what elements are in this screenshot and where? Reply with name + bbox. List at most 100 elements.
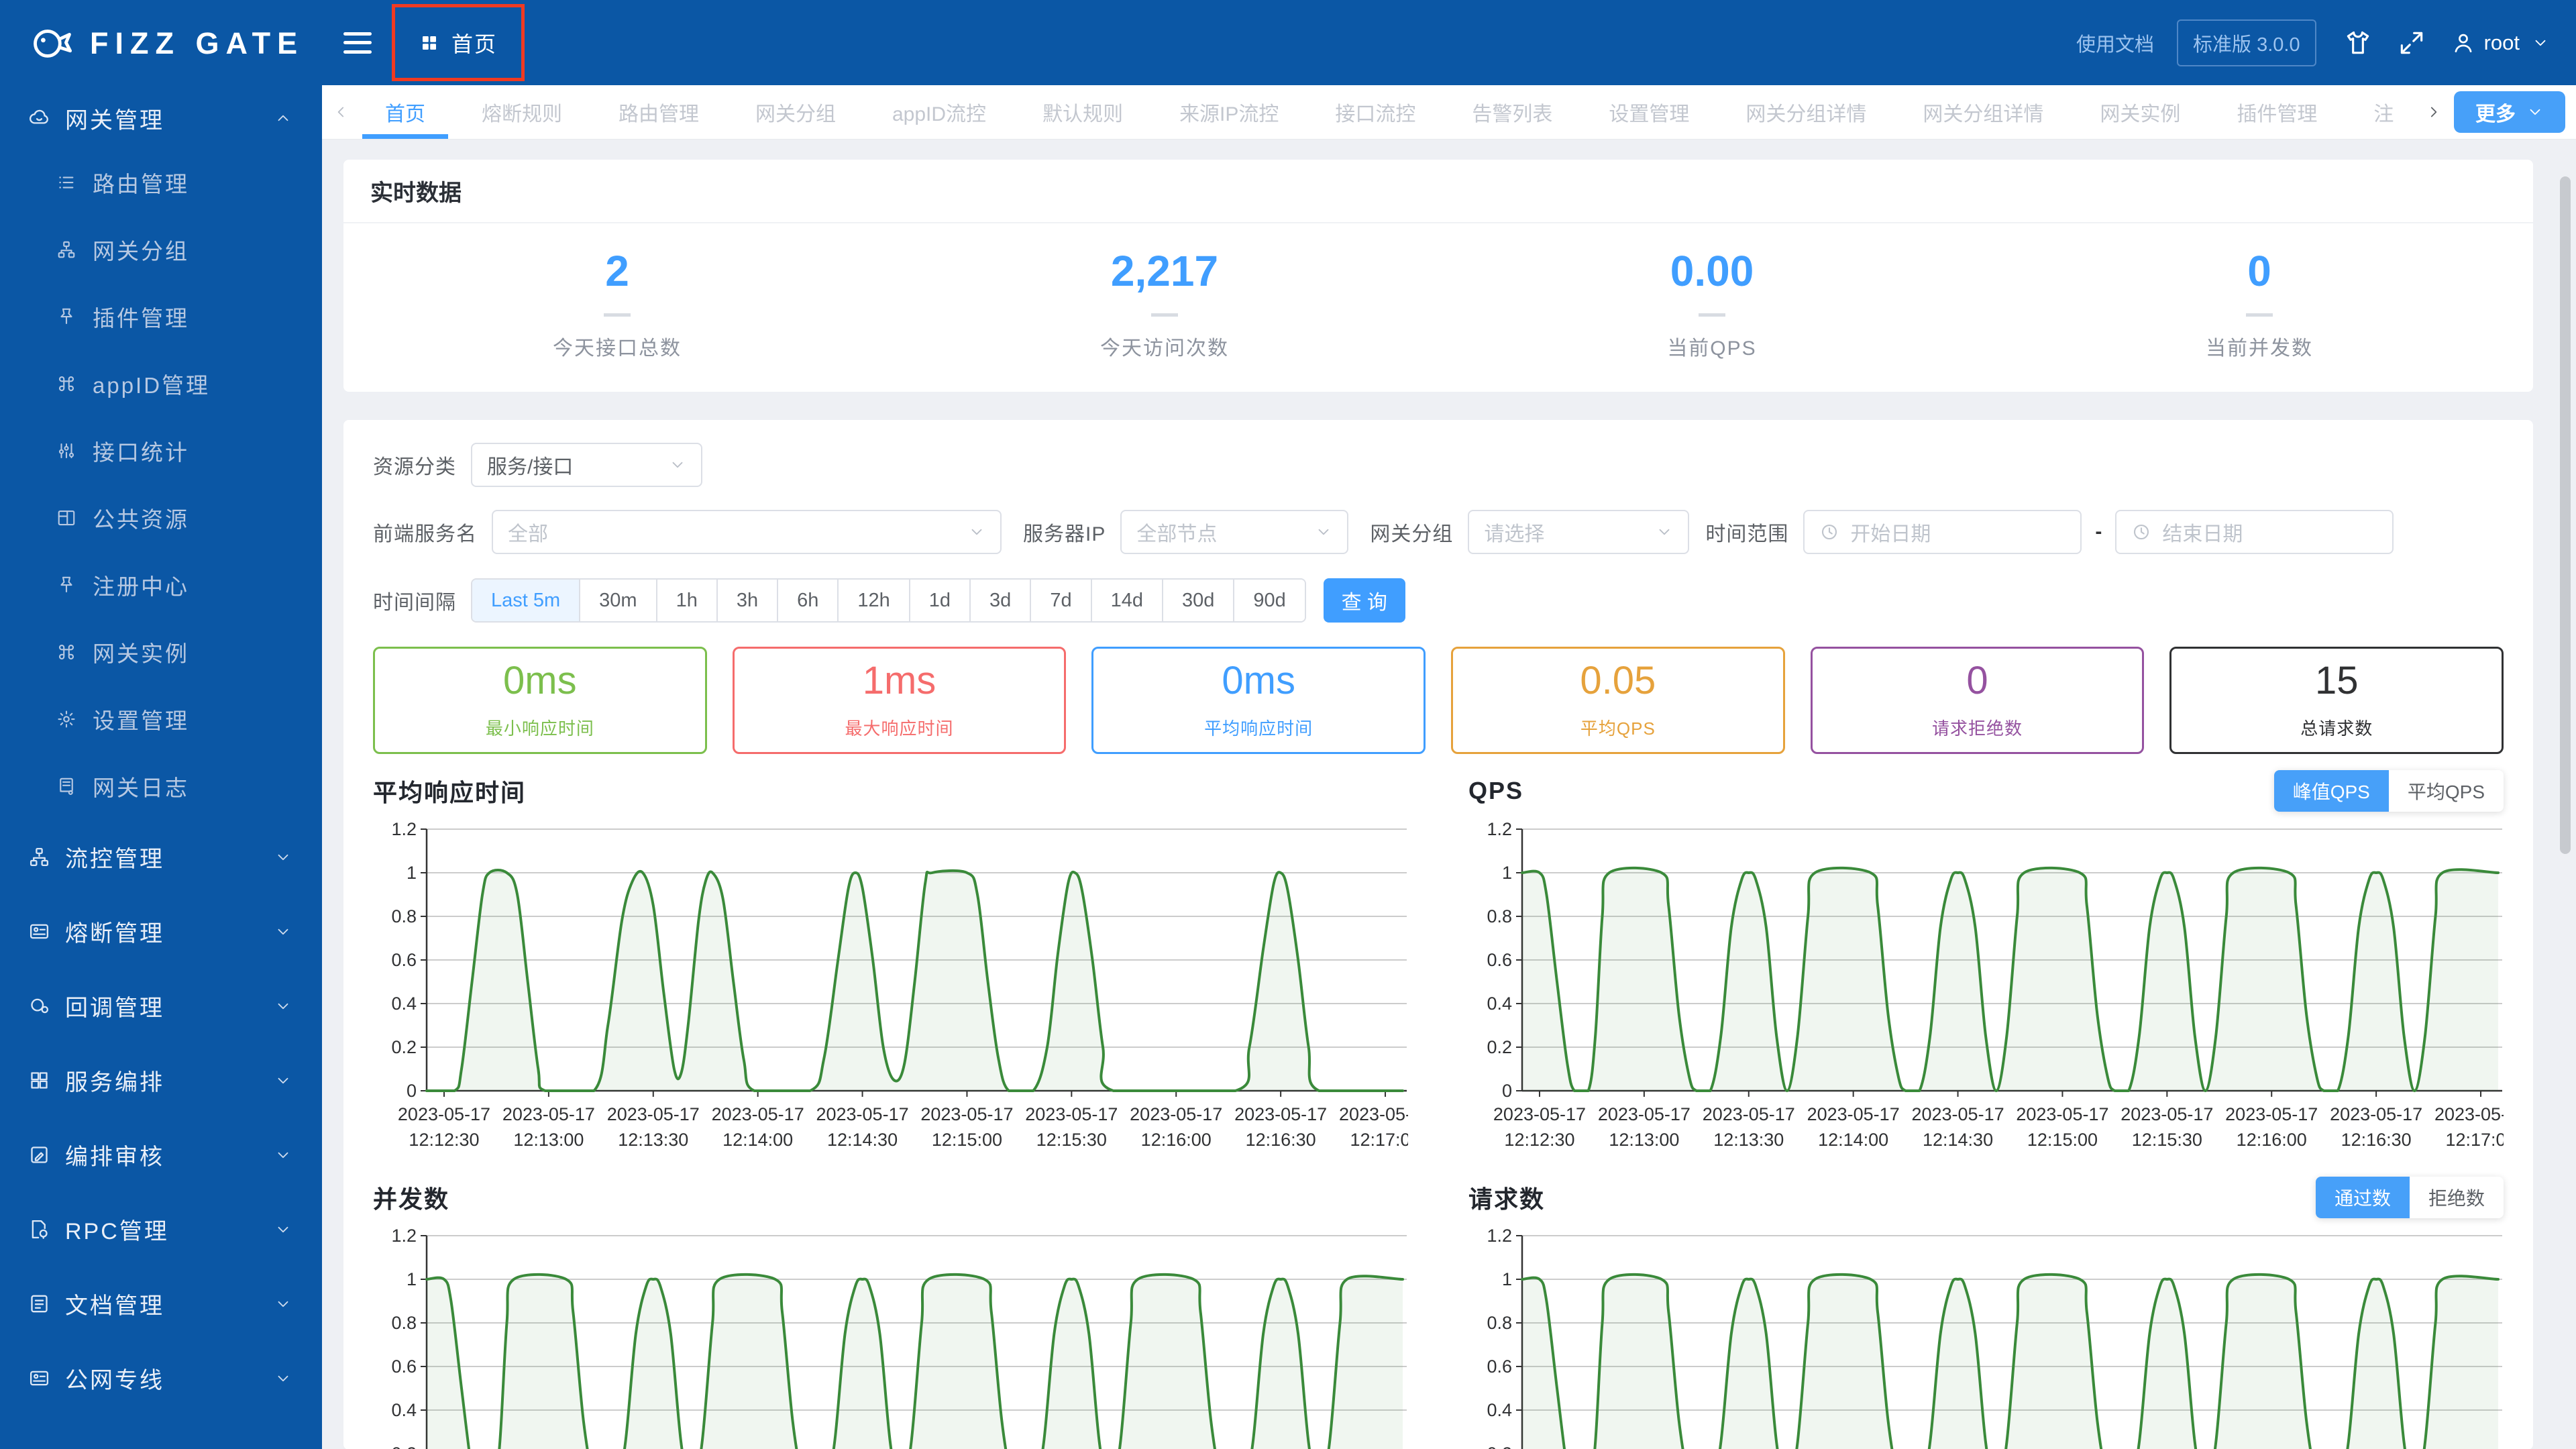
requests-toggle-0[interactable]: 通过数: [2315, 1177, 2410, 1218]
sidebar-group-3[interactable]: 回调管理: [0, 969, 322, 1043]
interval-button-1[interactable]: 30m: [580, 580, 657, 621]
sidebar-item-0-8[interactable]: 设置管理: [0, 686, 322, 753]
resource-type-label: 资源分类: [373, 456, 456, 478]
cmd-icon: [56, 374, 76, 394]
sidebar-group-0[interactable]: 网关管理: [0, 87, 322, 149]
tab-13[interactable]: 插件管理: [2208, 85, 2345, 139]
breadcrumb[interactable]: 首页: [392, 4, 525, 81]
interval-button-6[interactable]: 1d: [910, 580, 971, 621]
sidebar-group-4[interactable]: 服务编排: [0, 1043, 322, 1118]
qps-toggle-0[interactable]: 峰值QPS: [2273, 770, 2389, 812]
svg-text:2023-05-17: 2023-05-17: [2225, 1104, 2318, 1124]
search-button[interactable]: 查 询: [1323, 578, 1405, 623]
tab-7[interactable]: 接口流控: [1307, 85, 1444, 139]
frontend-service-select[interactable]: 全部: [492, 510, 1002, 554]
server-ip-select[interactable]: 全部节点: [1120, 510, 1349, 554]
interval-button-2[interactable]: 1h: [657, 580, 718, 621]
tab-scroll-left[interactable]: [326, 85, 357, 139]
metric-label: 请求拒绝数: [1932, 718, 2023, 739]
sidebar-group-8[interactable]: 公网专线: [0, 1341, 322, 1415]
metric-value: 1ms: [862, 658, 936, 702]
docs-link[interactable]: 使用文档: [2076, 29, 2154, 57]
hamburger-menu-icon[interactable]: [343, 32, 372, 54]
theme-tshirt-icon[interactable]: [2343, 28, 2373, 58]
interval-button-7[interactable]: 3d: [971, 580, 1032, 621]
tab-1[interactable]: 熔断规则: [453, 85, 590, 139]
svg-text:12:16:00: 12:16:00: [1141, 1130, 1212, 1150]
docfile-icon: [28, 1293, 50, 1315]
chevron-left-icon: [333, 103, 350, 121]
sidebar-item-0-9[interactable]: 网关日志: [0, 753, 322, 820]
sidebar-group-1[interactable]: 流控管理: [0, 820, 322, 894]
end-date-input[interactable]: 结束日期: [2115, 510, 2394, 554]
interval-button-4[interactable]: 6h: [778, 580, 839, 621]
svg-text:12:16:30: 12:16:30: [1246, 1130, 1316, 1150]
resource-type-select[interactable]: 服务/接口: [471, 443, 702, 487]
tab-12[interactable]: 网关实例: [2072, 85, 2208, 139]
sidebar-group-7[interactable]: 文档管理: [0, 1267, 322, 1341]
version-badge[interactable]: 标准版 3.0.0: [2177, 19, 2316, 66]
svg-text:1.2: 1.2: [391, 1226, 417, 1246]
sidebar-item-0-1[interactable]: 网关分组: [0, 216, 322, 283]
tab-3[interactable]: 网关分组: [727, 85, 864, 139]
sidebar-item-0-2[interactable]: 插件管理: [0, 283, 322, 350]
interval-button-9[interactable]: 14d: [1091, 580, 1163, 621]
gear-icon: [56, 709, 76, 729]
chevron-down-icon: [274, 923, 292, 941]
tab-2[interactable]: 路由管理: [590, 85, 727, 139]
tab-0[interactable]: 首页: [357, 85, 453, 139]
tab-9[interactable]: 设置管理: [1580, 85, 1717, 139]
tab-8[interactable]: 告警列表: [1444, 85, 1580, 139]
sidebar-item-0-5[interactable]: 公共资源: [0, 484, 322, 551]
svg-text:0.8: 0.8: [1487, 906, 1512, 926]
user-menu[interactable]: root: [2451, 30, 2549, 56]
interval-button-0[interactable]: Last 5m: [472, 580, 581, 621]
more-tabs-button[interactable]: 更多: [2454, 91, 2565, 133]
svg-text:2023-05-17: 2023-05-17: [1703, 1104, 1795, 1124]
scrollbar-thumb[interactable]: [2560, 176, 2571, 854]
sidebar-item-0-4[interactable]: 接口统计: [0, 417, 322, 484]
sidebar-group-5[interactable]: 编排审核: [0, 1118, 322, 1192]
fullscreen-icon[interactable]: [2397, 28, 2426, 58]
gateway-group-select[interactable]: 请选择: [1468, 510, 1690, 554]
qps-toggle-1[interactable]: 平均QPS: [2388, 770, 2504, 812]
interval-button-10[interactable]: 30d: [1163, 580, 1235, 621]
tab-10[interactable]: 网关分组详情: [1717, 85, 1894, 139]
stat-divider: [1699, 313, 1725, 317]
sidebar-item-0-6[interactable]: 注册中心: [0, 551, 322, 619]
org-icon: [56, 239, 76, 260]
svg-text:1.2: 1.2: [1487, 1226, 1512, 1246]
svg-text:2023-05-17: 2023-05-17: [2330, 1104, 2422, 1124]
chevron-down-icon: [669, 456, 686, 474]
tab-4[interactable]: appID流控: [864, 85, 1014, 139]
sidebar-item-0-7[interactable]: 网关实例: [0, 619, 322, 686]
sidebar-item-label: 接口统计: [93, 440, 189, 465]
requests-toggle-1[interactable]: 拒绝数: [2409, 1177, 2504, 1218]
tab-5[interactable]: 默认规则: [1014, 85, 1151, 139]
sidebar-group-label: 编排审核: [65, 1144, 164, 1170]
tab-6[interactable]: 来源IP流控: [1151, 85, 1307, 139]
tab-11[interactable]: 网关分组详情: [1894, 85, 2072, 139]
interval-button-5[interactable]: 12h: [839, 580, 910, 621]
sidebar-item-0-0[interactable]: 路由管理: [0, 149, 322, 216]
chevron-down-icon: [274, 1370, 292, 1387]
svg-text:0.2: 0.2: [391, 1444, 417, 1449]
interval-button-3[interactable]: 3h: [717, 580, 779, 621]
svg-text:1.2: 1.2: [1487, 820, 1512, 839]
tab-scroll-right[interactable]: [2418, 85, 2449, 139]
tab-14[interactable]: 注: [2345, 85, 2418, 139]
interval-button-11[interactable]: 90d: [1234, 580, 1305, 621]
list-icon: [56, 172, 76, 193]
svg-text:2023-05-17: 2023-05-17: [920, 1104, 1013, 1124]
start-date-input[interactable]: 开始日期: [1803, 510, 2082, 554]
svg-text:2023-05-17: 2023-05-17: [816, 1104, 908, 1124]
interval-button-8[interactable]: 7d: [1031, 580, 1092, 621]
svg-text:2023-05-17: 2023-05-17: [398, 1104, 490, 1124]
stat-label: 当前并发数: [2206, 337, 2313, 360]
requests-canvas: 00.20.40.60.811.22023-05-1712:12:302023-…: [1487, 1226, 2502, 1449]
sidebar-group-6[interactable]: RPC管理: [0, 1192, 322, 1267]
svg-text:2023-05-17: 2023-05-17: [607, 1104, 700, 1124]
metric-value: 0ms: [503, 658, 577, 702]
sidebar-group-2[interactable]: 熔断管理: [0, 894, 322, 969]
sidebar-item-0-3[interactable]: appID管理: [0, 350, 322, 417]
